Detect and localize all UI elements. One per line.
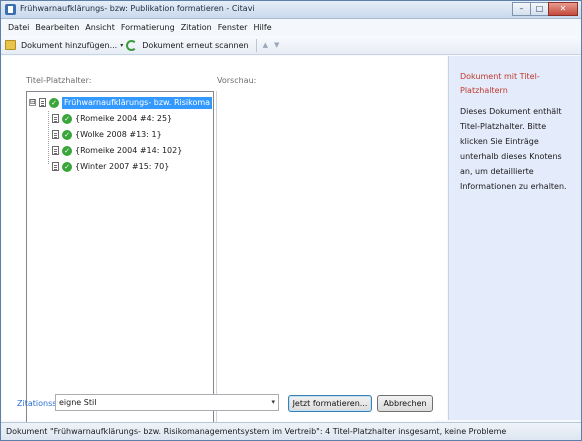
menu-datei[interactable]: Datei [5, 23, 32, 32]
menu-bearbeiten[interactable]: Bearbeiten [32, 23, 82, 32]
tree-item[interactable]: ✓ {Romeike 2004 #4: 25} [52, 112, 172, 125]
citation-style-value: eigne Stil [59, 398, 97, 407]
document-icon [39, 98, 46, 107]
tree-item-label[interactable]: {Wolke 2008 #13: 1} [75, 130, 162, 139]
add-document-button[interactable]: Dokument hinzufügen... [21, 41, 117, 50]
chevron-down-icon[interactable]: ▾ [271, 395, 275, 410]
citation-style-select[interactable]: eigne Stil ▾ [55, 394, 279, 411]
tree-item-label[interactable]: {Winter 2007 #15: 70} [75, 162, 169, 171]
rescan-document-button[interactable]: Dokument erneut scannen [142, 41, 248, 50]
refresh-icon[interactable] [126, 39, 138, 51]
move-up-icon[interactable]: ▲ [263, 41, 268, 49]
window-controls: – □ ✕ [512, 2, 578, 17]
tree-connector-line [48, 111, 49, 164]
menu-fenster[interactable]: Fenster [215, 23, 251, 32]
menu-formatierung[interactable]: Formatierung [118, 23, 178, 32]
tree-item[interactable]: ✓ {Romeike 2004 #14: 102} [52, 144, 182, 157]
placeholder-icon [52, 146, 59, 155]
tree-item[interactable]: ✓ {Winter 2007 #15: 70} [52, 160, 169, 173]
tree-root-label[interactable]: Frühwarnaufklärungs- bzw. Risikoma [62, 96, 213, 109]
citavi-app-icon[interactable] [5, 4, 16, 15]
toolbar: Dokument hinzufügen... ▾ Dokument erneut… [1, 36, 581, 55]
cancel-button[interactable]: Abbrechen [377, 395, 433, 412]
help-panel: Dokument mit Titel-Platzhaltern Dieses D… [448, 56, 581, 420]
check-icon: ✓ [62, 129, 72, 140]
citavi-window: Frühwarnaufklärungs- bzw: Publikation fo… [0, 0, 582, 441]
menu-hilfe[interactable]: Hilfe [250, 23, 274, 32]
menu-zitation[interactable]: Zitation [178, 23, 215, 32]
preview-label: Vorschau: [217, 76, 257, 85]
main-panel: Titel-Platzhalter: Vorschau: ⊟ ✓ Frühwar… [2, 56, 447, 438]
move-down-icon[interactable]: ▼ [274, 41, 279, 49]
placeholder-tree[interactable]: ⊟ ✓ Frühwarnaufklärungs- bzw. Risikoma ✓… [26, 91, 214, 438]
collapse-icon[interactable]: ⊟ [29, 99, 36, 106]
placeholder-tree-label: Titel-Platzhalter: [26, 76, 92, 85]
add-document-dropdown-icon[interactable]: ▾ [120, 42, 123, 49]
menu-ansicht[interactable]: Ansicht [82, 23, 118, 32]
maximize-button[interactable]: □ [530, 2, 549, 16]
status-bar: Dokument "Frühwarnaufklärungs- bzw. Risi… [1, 422, 581, 440]
placeholder-icon [52, 130, 59, 139]
tree-item-label[interactable]: {Romeike 2004 #4: 25} [75, 114, 172, 123]
close-button[interactable]: ✕ [548, 2, 578, 16]
tree-item[interactable]: ✓ {Wolke 2008 #13: 1} [52, 128, 162, 141]
placeholder-icon [52, 162, 59, 171]
help-title: Dokument mit Titel-Platzhaltern [460, 72, 540, 95]
preview-area [216, 91, 434, 438]
placeholder-icon [52, 114, 59, 123]
check-icon: ✓ [62, 161, 72, 172]
help-text: Dieses Dokument enthält Titel-Platzhalte… [460, 107, 567, 191]
check-icon: ✓ [49, 97, 59, 108]
title-bar[interactable]: Frühwarnaufklärungs- bzw: Publikation fo… [1, 1, 581, 19]
format-now-button[interactable]: Jetzt formatieren... [288, 395, 372, 412]
check-icon: ✓ [62, 113, 72, 124]
toolbar-separator [255, 38, 257, 52]
menu-bar: Datei Bearbeiten Ansicht Formatierung Zi… [1, 19, 581, 36]
tree-root-node[interactable]: ⊟ ✓ Frühwarnaufklärungs- bzw. Risikoma [29, 96, 213, 109]
open-folder-icon[interactable] [5, 40, 16, 50]
tree-item-label[interactable]: {Romeike 2004 #14: 102} [75, 146, 182, 155]
check-icon: ✓ [62, 145, 72, 156]
minimize-button[interactable]: – [512, 2, 531, 16]
window-title: Frühwarnaufklärungs- bzw: Publikation fo… [20, 4, 255, 13]
